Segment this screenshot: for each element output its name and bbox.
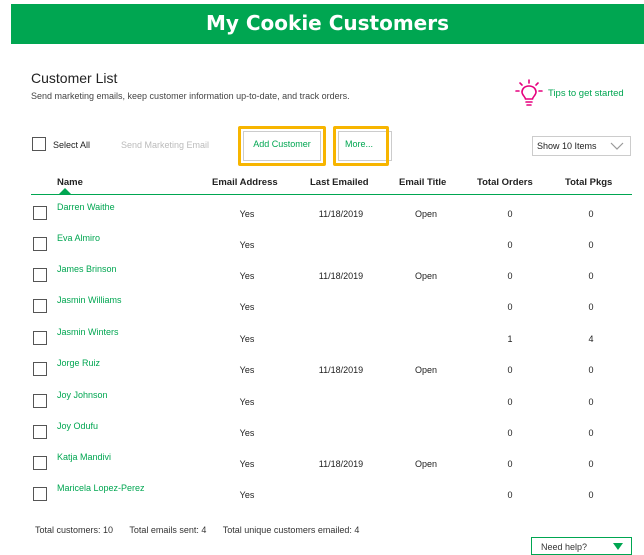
last-emailed-cell: 11/18/2019 xyxy=(318,459,364,469)
customer-name-link[interactable]: Katja Mandivi xyxy=(57,452,111,462)
total-pkgs-cell: 0 xyxy=(588,459,594,469)
need-help-label: Need help? xyxy=(541,542,588,552)
customer-name-link[interactable]: James Brinson xyxy=(57,264,117,274)
table-row: Joy Johnson Yes 0 0 xyxy=(31,385,632,416)
show-items-select[interactable]: Show 10 Items xyxy=(532,136,631,156)
email-address-cell: Yes xyxy=(239,490,255,500)
table-row: Eva Almiro Yes 0 0 xyxy=(31,228,632,259)
row-checkbox[interactable] xyxy=(33,206,47,220)
total-orders-cell: 0 xyxy=(507,302,513,312)
total-orders-cell: 0 xyxy=(507,428,513,438)
total-pkgs-cell: 0 xyxy=(588,271,594,281)
tips-link[interactable]: Tips to get started xyxy=(514,79,624,107)
row-checkbox[interactable] xyxy=(33,299,47,313)
total-orders-cell: 0 xyxy=(507,459,513,469)
last-emailed-cell: 11/18/2019 xyxy=(318,209,364,219)
total-pkgs-cell: 0 xyxy=(588,302,594,312)
column-header-email-address[interactable]: Email Address xyxy=(212,177,278,188)
table-row: James Brinson Yes 11/18/2019 Open 0 0 xyxy=(31,259,632,290)
need-help-button[interactable]: Need help? xyxy=(531,537,632,555)
table-row: Jasmin Williams Yes 0 0 xyxy=(31,290,632,321)
column-header-total-orders[interactable]: Total Orders xyxy=(477,177,533,188)
customer-name-link[interactable]: Jasmin Winters xyxy=(57,327,119,337)
page-title: My Cookie Customers xyxy=(205,11,450,35)
total-pkgs-cell: 0 xyxy=(588,209,594,219)
table-row: Katja Mandivi Yes 11/18/2019 Open 0 0 xyxy=(31,447,632,478)
total-pkgs-cell: 0 xyxy=(588,428,594,438)
total-orders-cell: 0 xyxy=(507,271,513,281)
section-title: Customer List xyxy=(31,70,118,86)
highlight-box-more xyxy=(333,126,389,166)
select-all-label[interactable]: Select All xyxy=(53,140,90,150)
summary-footer: Total customers: 10 Total emails sent: 4… xyxy=(35,525,373,535)
total-pkgs-cell: 0 xyxy=(588,240,594,250)
column-header-email-title[interactable]: Email Title xyxy=(399,177,446,188)
tips-label[interactable]: Tips to get started xyxy=(548,88,624,99)
customer-name-link[interactable]: Jasmin Williams xyxy=(57,295,122,305)
table-row: Jorge Ruiz Yes 11/18/2019 Open 0 0 xyxy=(31,353,632,384)
table-row: Joy Odufu Yes 0 0 xyxy=(31,416,632,447)
email-title-cell: Open xyxy=(414,459,438,469)
row-checkbox[interactable] xyxy=(33,425,47,439)
last-emailed-cell: 11/18/2019 xyxy=(318,271,364,281)
select-all-checkbox[interactable] xyxy=(32,137,46,151)
table-row: Maricela Lopez-Perez Yes 0 0 xyxy=(31,478,632,509)
email-address-cell: Yes xyxy=(239,302,255,312)
header-divider xyxy=(31,194,632,195)
table-row: Jasmin Winters Yes 1 4 xyxy=(31,322,632,353)
highlight-box-add-customer xyxy=(238,126,326,166)
lightbulb-icon xyxy=(514,79,544,107)
row-checkbox[interactable] xyxy=(33,237,47,251)
table-row: Darren Waithe Yes 11/18/2019 Open 0 0 xyxy=(31,197,632,228)
email-title-cell: Open xyxy=(414,271,438,281)
total-pkgs-cell: 0 xyxy=(588,397,594,407)
email-address-cell: Yes xyxy=(239,459,255,469)
email-address-cell: Yes xyxy=(239,240,255,250)
email-address-cell: Yes xyxy=(239,209,255,219)
customer-name-link[interactable]: Darren Waithe xyxy=(57,202,115,212)
total-pkgs-cell: 0 xyxy=(588,365,594,375)
total-orders-cell: 0 xyxy=(507,490,513,500)
header-banner: My Cookie Customers xyxy=(11,4,644,44)
row-checkbox[interactable] xyxy=(33,394,47,408)
total-orders-cell: 0 xyxy=(507,209,513,219)
total-customers: Total customers: 10 xyxy=(35,525,114,535)
last-emailed-cell: 11/18/2019 xyxy=(318,365,364,375)
email-title-cell: Open xyxy=(414,209,438,219)
email-address-cell: Yes xyxy=(239,428,255,438)
customer-name-link[interactable]: Jorge Ruiz xyxy=(57,358,100,368)
total-orders-cell: 0 xyxy=(507,365,513,375)
total-unique-emailed: Total unique customers emailed: 4 xyxy=(222,525,360,535)
customer-name-link[interactable]: Maricela Lopez-Perez xyxy=(57,483,145,493)
customer-name-link[interactable]: Joy Johnson xyxy=(57,390,108,400)
total-orders-cell: 0 xyxy=(507,240,513,250)
chevron-down-icon xyxy=(610,142,624,152)
email-address-cell: Yes xyxy=(239,334,255,344)
email-address-cell: Yes xyxy=(239,365,255,375)
section-subtitle: Send marketing emails, keep customer inf… xyxy=(31,91,350,101)
row-checkbox[interactable] xyxy=(33,268,47,282)
total-emails-sent: Total emails sent: 4 xyxy=(129,525,207,535)
column-header-name[interactable]: Name xyxy=(57,177,83,188)
column-header-total-pkgs[interactable]: Total Pkgs xyxy=(565,177,612,188)
row-checkbox[interactable] xyxy=(33,331,47,345)
show-items-label: Show 10 Items xyxy=(537,141,597,151)
email-address-cell: Yes xyxy=(239,271,255,281)
email-address-cell: Yes xyxy=(239,397,255,407)
column-header-last-emailed[interactable]: Last Emailed xyxy=(310,177,369,188)
total-orders-cell: 1 xyxy=(507,334,513,344)
triangle-down-icon xyxy=(613,543,623,550)
row-checkbox[interactable] xyxy=(33,487,47,501)
total-pkgs-cell: 4 xyxy=(588,334,594,344)
total-pkgs-cell: 0 xyxy=(588,490,594,500)
row-checkbox[interactable] xyxy=(33,362,47,376)
total-orders-cell: 0 xyxy=(507,397,513,407)
customer-name-link[interactable]: Joy Odufu xyxy=(57,421,98,431)
customer-name-link[interactable]: Eva Almiro xyxy=(57,233,100,243)
email-title-cell: Open xyxy=(414,365,438,375)
row-checkbox[interactable] xyxy=(33,456,47,470)
send-marketing-email-button[interactable]: Send Marketing Email xyxy=(121,140,209,150)
